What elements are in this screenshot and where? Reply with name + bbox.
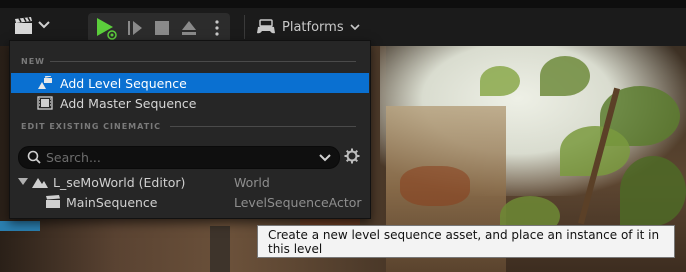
add-master-sequence-item[interactable]: Add Master Sequence [11,93,369,113]
sequence-name: MainSequence [66,195,158,210]
add-master-sequence-label: Add Master Sequence [60,95,197,111]
section-header-edit: EDIT EXISTING CINEMATIC [21,122,162,131]
viewport-foliage [540,56,590,96]
chevron-down-icon [350,23,360,30]
expand-arrow-icon[interactable] [18,178,28,186]
more-vertical-icon [215,20,219,36]
add-level-sequence-item[interactable]: Add Level Sequence [11,73,369,93]
sequence-type: LevelSequenceActor [234,195,362,210]
tooltip-text: Create a new level sequence asset, and p… [268,227,660,256]
world-name: L_seMoWorld (Editor) [53,175,186,190]
cinematics-menu: NEW Add Level Sequence Add Master Sequen… [9,40,371,219]
viewport-rust-stain [400,166,470,206]
play-options-button[interactable] [210,17,224,39]
search-input[interactable]: Search... [46,150,101,165]
toolbar-separator [244,15,245,39]
viewport-post [210,226,230,272]
step-forward-icon [128,21,142,35]
clapperboard-icon [15,17,32,34]
cinematics-button[interactable] [12,14,36,38]
settings-button[interactable] [343,147,361,165]
section-header-new: NEW [21,57,45,66]
gamepad-icon [257,19,275,34]
eject-button[interactable] [178,17,200,39]
window-top-strip [0,0,686,8]
level-sequence-icon [38,76,52,89]
chevron-down-icon[interactable] [319,154,331,162]
search-icon [27,150,41,164]
tree-row-main-sequence[interactable]: MainSequence LevelSequenceActor [11,192,369,212]
viewport-foliage [480,66,520,96]
section-divider [50,61,356,62]
master-sequence-icon [37,96,53,110]
gear-icon [344,148,360,164]
world-type: World [234,175,270,190]
search-box[interactable]: Search... [18,146,340,169]
play-button[interactable] [92,15,120,41]
platforms-button[interactable]: Platforms [256,13,360,41]
play-icon [97,18,117,40]
viewport-foliage [620,156,686,226]
platforms-label: Platforms [282,19,344,35]
step-button[interactable] [125,17,145,39]
section-divider [170,126,356,127]
viewport-blue-beam [0,221,40,231]
clapperboard-icon [46,195,60,208]
add-level-sequence-label: Add Level Sequence [60,75,187,91]
cinematics-dropdown-chevron[interactable] [37,18,51,32]
stop-button[interactable] [152,17,172,39]
tooltip: Create a new level sequence asset, and p… [257,225,675,258]
tree-row-world[interactable]: L_seMoWorld (Editor) World [11,172,369,192]
world-icon [32,178,48,188]
stop-icon [155,21,169,35]
chevron-down-icon [38,21,50,29]
eject-icon [182,21,196,35]
